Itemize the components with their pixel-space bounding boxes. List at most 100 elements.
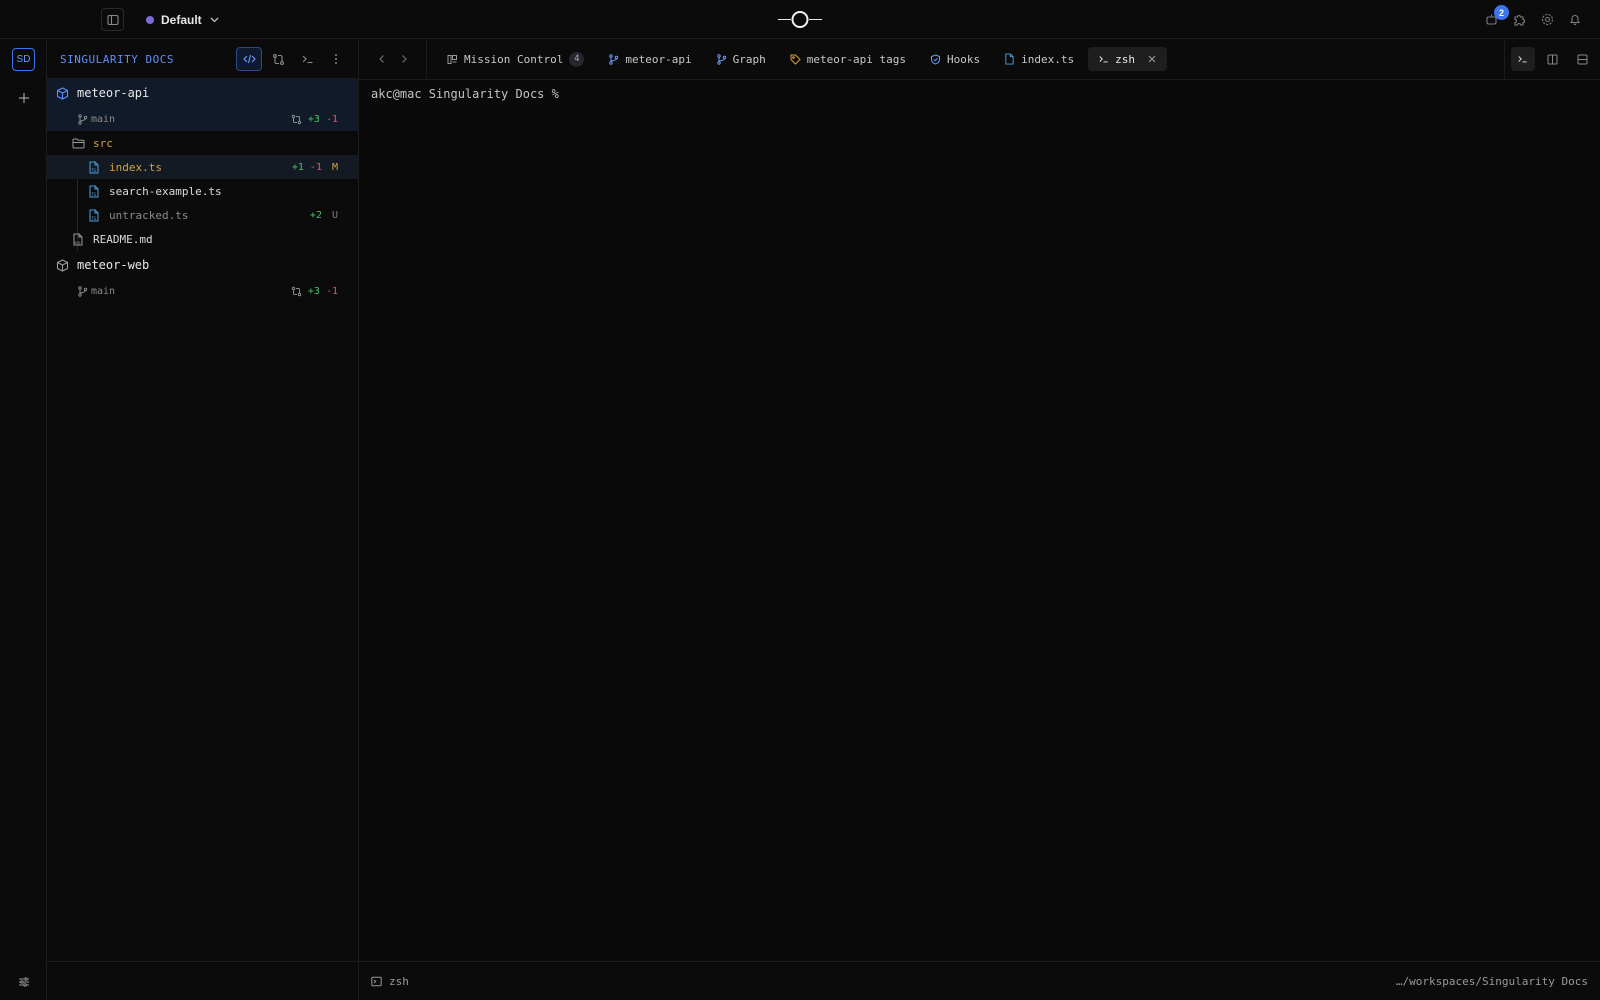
tab-bar: Mission Control 4 meteor-api Graph meteo… <box>359 39 1600 80</box>
source-control-view-button[interactable] <box>265 47 291 71</box>
tab-index-ts[interactable]: index.ts <box>994 47 1084 71</box>
terminal-area[interactable]: akc@mac Singularity Docs % <box>359 80 1600 961</box>
git-compare-icon <box>291 114 302 124</box>
folder-name: src <box>93 136 113 150</box>
added-count: +3 <box>307 113 320 125</box>
sidebar-toggle-button[interactable] <box>101 8 124 31</box>
status-shell[interactable]: zsh <box>371 975 409 988</box>
close-icon[interactable] <box>1147 54 1157 64</box>
tab-zsh[interactable]: zsh <box>1088 47 1168 71</box>
terminal-square-icon <box>371 976 382 987</box>
puzzle-icon <box>1513 14 1525 26</box>
tab-label: Mission Control <box>464 52 564 66</box>
workspace-name: Default <box>161 12 202 27</box>
mission-control-icon <box>447 54 457 64</box>
removed-count: -1 <box>325 113 338 125</box>
tab-mission-control[interactable]: Mission Control 4 <box>437 47 594 71</box>
git-branch-icon <box>716 53 726 65</box>
folder-src[interactable]: src <box>47 131 358 155</box>
add-workspace-button[interactable] <box>14 88 33 107</box>
workspace-avatar[interactable]: SD <box>12 48 35 71</box>
top-bar: Default 2 <box>0 0 1600 39</box>
workspace-selector[interactable]: Default <box>146 11 220 28</box>
chevron-left-icon[interactable] <box>377 54 387 64</box>
explorer-panel: SINGULARITY DOCS meteor-api main +3 -1 s… <box>47 39 359 1000</box>
terminal-icon <box>302 55 312 64</box>
tab-label: index.ts <box>1021 52 1075 66</box>
settings-button[interactable] <box>1538 10 1556 28</box>
tab-label: zsh <box>1115 52 1136 66</box>
typescript-file-icon: TS <box>87 184 101 198</box>
more-options-button[interactable] <box>323 47 349 71</box>
tab-label: Hooks <box>947 52 981 66</box>
file-tree: meteor-api main +3 -1 src TS index.ts +1… <box>47 79 358 303</box>
agents-button[interactable]: 2 <box>1482 5 1509 28</box>
split-horizontal-icon <box>1577 54 1588 64</box>
modified-status: M <box>331 161 338 173</box>
svg-text:TS: TS <box>90 192 96 197</box>
branch-name: main <box>91 285 116 297</box>
added-count: +2 <box>309 209 322 221</box>
repo-branch-row[interactable]: main +3 -1 <box>47 107 358 131</box>
split-horizontal-button[interactable] <box>1570 47 1594 71</box>
file-untracked-ts[interactable]: TS untracked.ts +2 U <box>47 203 358 227</box>
file-name: README.md <box>93 232 153 246</box>
repo-meteor-api[interactable]: meteor-api <box>47 79 358 107</box>
code-icon <box>242 54 256 64</box>
repo-branch-row[interactable]: main +3 -1 <box>47 279 358 303</box>
added-count: +1 <box>291 161 304 173</box>
notifications-button[interactable] <box>1566 10 1584 28</box>
tab-count-badge: 4 <box>569 51 585 67</box>
file-name: index.ts <box>109 160 162 174</box>
tab-label: meteor-api <box>625 52 692 66</box>
svg-text:TS: TS <box>90 168 96 173</box>
file-name: search-example.ts <box>109 184 222 198</box>
chevron-down-icon <box>210 17 219 23</box>
files-view-button[interactable] <box>236 47 262 71</box>
plus-icon <box>18 92 29 103</box>
extensions-button[interactable] <box>1510 10 1528 28</box>
git-branch-icon <box>609 53 619 65</box>
workspace-rail: SD <box>0 39 47 1000</box>
split-vertical-button[interactable] <box>1541 47 1565 71</box>
terminal-panel-button[interactable] <box>1510 47 1535 71</box>
repo-meteor-web[interactable]: meteor-web <box>47 251 358 279</box>
app-logo-icon <box>778 11 822 28</box>
history-navigation <box>359 39 427 79</box>
tab-meteor-api-tags[interactable]: meteor-api tags <box>780 47 916 71</box>
terminal-icon <box>1518 56 1527 63</box>
file-index-ts[interactable]: TS index.ts +1 -1 M <box>47 155 358 179</box>
explorer-title: SINGULARITY DOCS <box>60 53 174 66</box>
file-name: untracked.ts <box>109 208 189 222</box>
workspace-color-dot <box>146 15 154 24</box>
folder-open-icon <box>71 136 85 150</box>
added-count: +3 <box>307 285 320 297</box>
explorer-footer <box>47 961 359 1000</box>
typescript-file-icon: TS <box>87 208 101 222</box>
preferences-button[interactable] <box>15 973 32 990</box>
tab-graph[interactable]: Graph <box>706 47 776 71</box>
explorer-header: SINGULARITY DOCS <box>47 39 359 79</box>
file-search-example-ts[interactable]: TS search-example.ts <box>47 179 358 203</box>
typescript-file-icon <box>1005 53 1014 65</box>
file-readme-md[interactable]: MD README.md <box>47 227 358 251</box>
status-bar: zsh …/workspaces/Singularity Docs <box>359 961 1600 1000</box>
git-compare-icon <box>272 53 284 65</box>
svg-text:MD: MD <box>75 241 81 245</box>
terminal-prompt: akc@mac Singularity Docs % <box>371 87 559 101</box>
tab-label: meteor-api tags <box>806 52 907 66</box>
branch-name: main <box>91 113 116 125</box>
repo-name: meteor-web <box>77 258 150 272</box>
gear-icon <box>1541 13 1553 25</box>
git-branch-icon <box>75 112 89 126</box>
sliders-icon <box>18 976 29 987</box>
shell-name: zsh <box>389 975 409 988</box>
svg-text:TS: TS <box>90 216 96 221</box>
tab-meteor-api[interactable]: meteor-api <box>598 47 701 71</box>
terminal-view-button[interactable] <box>294 47 320 71</box>
tab-hooks[interactable]: Hooks <box>920 47 990 71</box>
package-icon <box>55 258 69 272</box>
shield-icon <box>931 53 941 65</box>
chevron-right-icon[interactable] <box>399 54 409 64</box>
view-controls <box>1504 39 1600 79</box>
